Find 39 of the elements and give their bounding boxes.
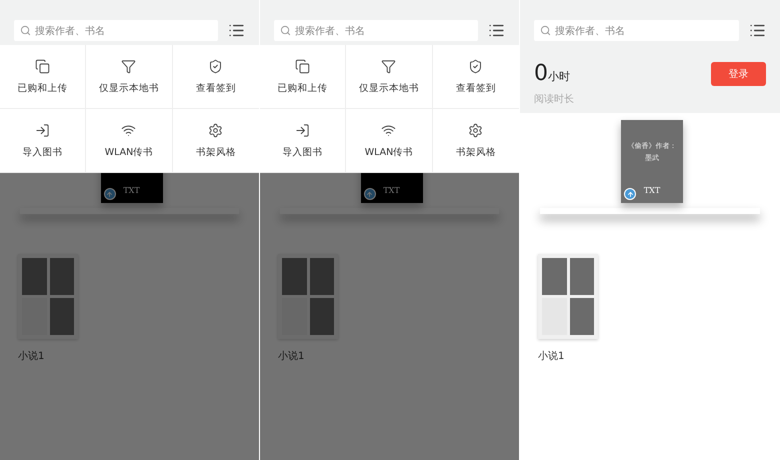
folder-label: 小说1 <box>538 350 566 363</box>
format-label: TXT <box>123 186 140 195</box>
search-placeholder: 搜索作者、书名 <box>555 24 625 38</box>
filter-icon <box>381 58 396 74</box>
menu-item[interactable]: WLAN传书 <box>86 109 173 173</box>
upload-icon <box>364 188 376 200</box>
search-icon <box>20 25 31 36</box>
menu-icon[interactable] <box>488 22 505 39</box>
folder-label: 小说1 <box>18 350 46 363</box>
search-placeholder: 搜索作者、书名 <box>295 24 365 38</box>
search-field[interactable]: 搜索作者、书名 <box>274 20 478 41</box>
format-label: TXT <box>383 186 400 195</box>
import-icon <box>295 122 310 138</box>
filter-icon <box>121 58 136 74</box>
search-icon <box>280 25 291 36</box>
folder-drawing[interactable] <box>278 254 338 339</box>
search-icon <box>540 25 551 36</box>
search-placeholder: 搜索作者、书名 <box>35 24 105 38</box>
folder-drawing[interactable] <box>18 254 78 339</box>
menu-item[interactable]: 导入图书 <box>260 109 346 173</box>
login-button[interactable]: 登录 <box>711 62 766 86</box>
menu-icon[interactable] <box>228 22 245 39</box>
search-field[interactable]: 搜索作者、书名 <box>14 20 218 41</box>
upload-icon <box>624 188 636 200</box>
menu-icon[interactable] <box>749 22 766 39</box>
menu-item[interactable]: 已购和上传 <box>260 45 346 109</box>
folder-label: 小说1 <box>278 350 306 363</box>
folder-drawing[interactable] <box>538 254 598 339</box>
menu-item[interactable]: 仅显示本地书 <box>346 45 433 109</box>
reading-time: 0小时 <box>534 62 570 86</box>
menu-item[interactable]: 导入图书 <box>0 109 86 173</box>
menu-item[interactable]: 仅显示本地书 <box>86 45 173 109</box>
menu-item[interactable]: 已购和上传 <box>0 45 86 109</box>
format-label: TXT <box>644 186 660 195</box>
reading-time-label: 阅读时长 <box>534 92 574 106</box>
menu-item[interactable]: WLAN传书 <box>346 109 433 173</box>
import-icon <box>35 122 50 138</box>
upload-icon <box>104 188 116 200</box>
search-field[interactable]: 搜索作者、书名 <box>534 20 739 41</box>
